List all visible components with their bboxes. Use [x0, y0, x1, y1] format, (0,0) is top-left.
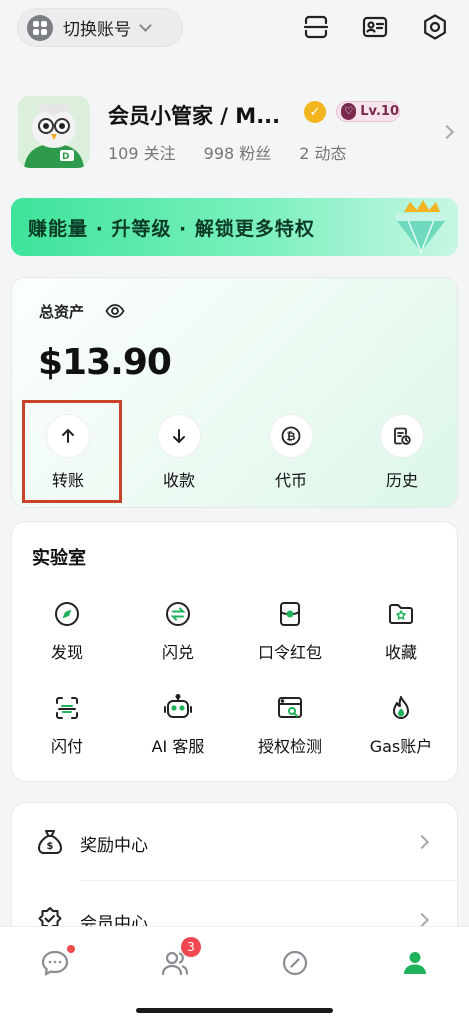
auth-check-icon: [278, 697, 302, 718]
swap-item[interactable]: 闪兑: [128, 598, 228, 663]
swap-icon: [166, 602, 190, 626]
scan-icon[interactable]: [302, 13, 330, 41]
apps-grid-icon: [27, 14, 53, 41]
tokens-button[interactable]: ₿ 代币: [251, 415, 331, 491]
auth-check-label: 授权检测: [257, 737, 322, 756]
profile-person-icon: [404, 952, 426, 974]
tab-profile[interactable]: [399, 947, 431, 979]
svg-text:₿: ₿: [287, 430, 296, 443]
svg-text:$: $: [47, 841, 54, 852]
top-bar: 切换账号: [0, 0, 469, 58]
discover-label: 发现: [50, 643, 83, 662]
favorites-label: 收藏: [384, 643, 417, 662]
compass-icon: [282, 950, 308, 976]
red-packet-icon: [280, 602, 300, 626]
chevron-down-icon: [139, 18, 152, 32]
highlight-box: [22, 400, 122, 503]
ai-support-label: AI 客服: [151, 737, 205, 756]
history-icon: [394, 427, 411, 445]
verified-badge-icon: ✓: [304, 101, 326, 123]
lab-card: 实验室 发现 闪兑 口令红包 收藏 闪付 AI 客服 授权检测 Gas账户: [11, 521, 458, 782]
receive-button[interactable]: 收款: [139, 415, 219, 491]
gas-account-item[interactable]: Gas账户: [351, 692, 451, 757]
owl-mascot-icon: D: [18, 96, 90, 168]
posts-count[interactable]: 2 动态: [299, 140, 346, 164]
swap-label: 闪兑: [161, 643, 194, 662]
settings-gear-icon[interactable]: [421, 13, 449, 41]
svg-text:D: D: [62, 152, 69, 162]
tab-discover[interactable]: [279, 947, 311, 979]
compass-icon: [55, 602, 79, 626]
coin-icon: ₿: [281, 426, 301, 446]
red-packet-label: 口令红包: [257, 643, 322, 662]
eye-icon[interactable]: [105, 301, 125, 321]
total-assets-amount: $13.90: [38, 342, 172, 383]
scan-pay-icon: [56, 697, 78, 719]
flame-icon: [393, 696, 409, 719]
quick-pay-item[interactable]: 闪付: [17, 692, 117, 757]
lab-title: 实验室: [32, 548, 86, 569]
id-card-icon[interactable]: [361, 13, 389, 41]
level-up-banner[interactable]: 赚能量 · 升等级 · 解锁更多特权: [11, 198, 458, 256]
auth-check-item[interactable]: 授权检测: [240, 692, 340, 757]
contacts-badge: 3: [181, 937, 201, 957]
home-indicator: [136, 1008, 333, 1013]
history-label: 历史: [385, 471, 418, 490]
ai-support-item[interactable]: AI 客服: [128, 692, 228, 757]
tab-contacts[interactable]: 3: [159, 937, 201, 979]
chevron-right-icon: [414, 834, 430, 850]
diamond-crown-icon: [396, 200, 446, 254]
banner-text: 赚能量 · 升等级 · 解锁更多特权: [28, 218, 315, 240]
favorites-item[interactable]: 收藏: [351, 598, 451, 663]
quick-pay-label: 闪付: [50, 737, 83, 756]
receive-label: 收款: [162, 471, 195, 490]
money-bag-icon: $: [38, 830, 62, 854]
robot-icon: [164, 694, 192, 718]
arrow-down-icon: [173, 429, 185, 444]
total-assets-title: 总资产: [39, 303, 85, 321]
tokens-label: 代币: [274, 471, 307, 490]
discover-item[interactable]: 发现: [17, 598, 117, 663]
gas-account-label: Gas账户: [369, 737, 433, 756]
rewards-center-row[interactable]: $ 奖励中心: [12, 803, 459, 881]
profile-header[interactable]: D 会员小管家 / M... ✓ ♡ Lv.10 109 关注 998 粉丝 2…: [18, 96, 458, 170]
profile-name: 会员小管家 / M...: [108, 104, 281, 128]
chat-bubble-icon: [41, 950, 69, 976]
switch-account-button[interactable]: 切换账号: [17, 8, 183, 47]
favorite-folder-icon: [389, 604, 413, 624]
switch-account-label: 切换账号: [63, 20, 131, 40]
history-button[interactable]: 历史: [362, 415, 442, 491]
notification-dot: [67, 945, 75, 953]
followers-count[interactable]: 998 粉丝: [204, 140, 272, 164]
level-text: Lv.10: [360, 104, 399, 119]
red-packet-item[interactable]: 口令红包: [240, 598, 340, 663]
profile-stats: 109 关注 998 粉丝 2 动态: [108, 140, 347, 164]
chevron-right-icon: [439, 124, 455, 140]
tab-messages[interactable]: [39, 945, 75, 979]
rewards-center-label: 奖励中心: [80, 836, 148, 856]
avatar[interactable]: D: [18, 96, 90, 168]
heart-icon: ♡: [341, 103, 357, 120]
level-badge: ♡ Lv.10: [336, 101, 400, 122]
following-count[interactable]: 109 关注: [108, 140, 176, 164]
chevron-right-icon: [414, 912, 430, 928]
